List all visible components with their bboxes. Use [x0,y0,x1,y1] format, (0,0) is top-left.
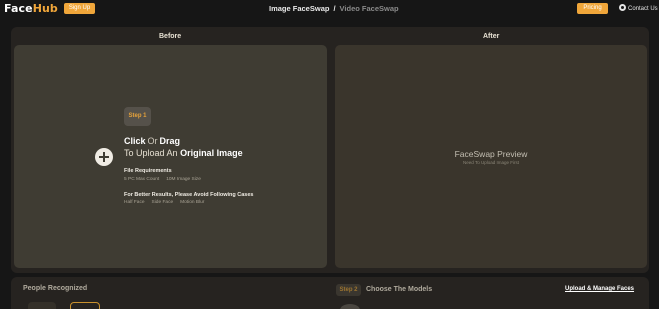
facehub-logo[interactable]: FaceHub [4,2,58,15]
contact-us-label: Contact Us [628,6,658,12]
people-recognized-title: People Recognized [23,285,88,292]
file-requirements-list: 5 PC Max Count 10M Image Size [124,177,208,182]
recognized-face-slot-selected[interactable] [70,302,100,309]
upload-manage-faces-link[interactable]: Upload & Manage Faces [565,286,634,292]
upload-instruction-line-1: Click Or Drag [124,136,180,146]
avoid-cases-list: Half Face Side Face Motion Blur [124,200,211,205]
recognized-face-slot[interactable] [28,302,56,309]
pricing-button[interactable]: Pricing [577,3,608,14]
after-heading: After [483,33,500,40]
faces-panel [11,277,649,309]
requirement-image-size: 10M Image Size [166,177,201,182]
mode-switcher: Image FaceSwap / Video FaceSwap [269,4,399,13]
before-heading: Before [159,33,182,40]
avoid-side-face: Side Face [151,200,174,205]
top-navigation: FaceHub Sign Up Image FaceSwap / Video Fac… [0,0,659,18]
click-text: Click [124,136,146,146]
contact-us-link[interactable]: Contact Us [619,4,658,12]
avoid-motion-blur: Motion Blur [180,200,205,205]
drag-text: Drag [159,136,181,146]
preview-title: FaceSwap Preview [454,149,528,159]
requirement-max-count: 5 PC Max Count [124,177,160,182]
original-image-text: Original Image [180,148,243,158]
step-1-badge: Step 1 [124,107,151,126]
avoid-cases-title: For Better Results, Please Avoid Followi… [124,192,254,198]
model-avatar[interactable] [340,304,360,309]
or-text: Or [147,136,158,146]
to-upload-text: To Upload An [124,148,178,158]
sign-up-button[interactable]: Sign Up [64,3,95,14]
chat-icon [619,4,626,11]
image-faceswap-tab[interactable]: Image FaceSwap [269,4,329,13]
preview-subtitle: Need To Upload Image First [463,160,519,165]
upload-instruction-line-2: To Upload An Original Image [124,148,243,158]
avoid-half-face: Half Face [124,200,145,205]
choose-models-title: Choose The Models [366,286,433,293]
plus-circle-icon[interactable] [95,148,113,166]
step-2-badge: Step 2 [336,284,361,296]
mode-separator: / [333,4,336,13]
faceswap-preview-area: FaceSwap Preview Need To Upload Image Fi… [335,45,647,268]
video-faceswap-tab[interactable]: Video FaceSwap [340,4,399,13]
file-requirements-title: File Requirements [124,168,172,174]
